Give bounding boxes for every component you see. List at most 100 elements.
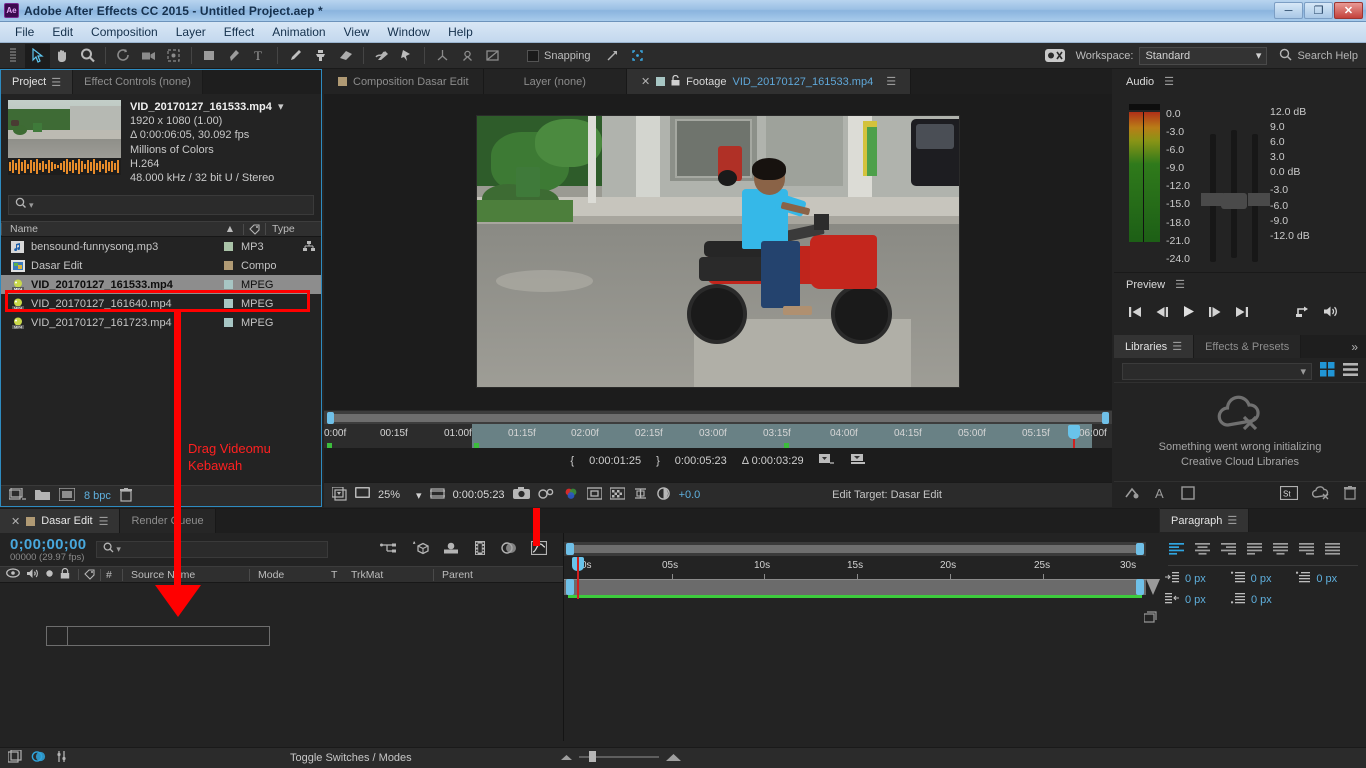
toggle-switches-modes-button[interactable]: Toggle Switches / Modes <box>290 752 412 764</box>
selection-tool-icon[interactable] <box>25 43 50 68</box>
composition-mini-flowchart-icon[interactable] <box>380 541 397 559</box>
resolution-icon[interactable] <box>429 487 445 503</box>
tab-composition[interactable]: Composition Dasar Edit <box>324 69 484 94</box>
label-swatch[interactable] <box>223 261 233 271</box>
panel-menu-icon[interactable]: ☰ <box>886 75 896 88</box>
work-area-start-handle[interactable] <box>566 579 574 595</box>
show-snapshot-icon[interactable] <box>537 487 555 503</box>
roto-brush-tool-icon[interactable] <box>369 44 394 68</box>
master-fader-knob[interactable] <box>1221 193 1247 209</box>
motion-blur-switch-icon[interactable] <box>31 750 46 766</box>
unified-camera-icon[interactable] <box>430 44 455 68</box>
video-visibility-icon[interactable] <box>6 568 20 581</box>
close-icon[interactable]: ✕ <box>641 75 650 88</box>
list-item[interactable]: Dasar Edit Compo <box>1 256 321 275</box>
column-header-trkmat[interactable]: TrkMat <box>351 569 433 581</box>
justify-all-button[interactable] <box>1322 539 1345 559</box>
menu-item-animation[interactable]: Animation <box>263 23 334 41</box>
clone-stamp-tool-icon[interactable] <box>308 44 333 68</box>
viewer-stage[interactable] <box>324 94 1112 409</box>
3d-view-icon[interactable] <box>633 487 648 503</box>
in-point-icon[interactable]: { <box>570 455 574 467</box>
cc-error-icon[interactable] <box>1311 485 1330 503</box>
transparency-grid-icon[interactable] <box>608 487 626 503</box>
comp-renderer-icon[interactable] <box>1143 611 1159 627</box>
pen-tool-icon[interactable] <box>222 44 247 68</box>
lock-icon[interactable] <box>60 567 70 582</box>
menu-item-layer[interactable]: Layer <box>167 23 215 41</box>
pan-behind-tool-icon[interactable] <box>161 44 186 68</box>
timeline-time-ruler[interactable]: 0s 05s 10s 15s 20s 25s 30s <box>564 557 1146 579</box>
space-before-field[interactable]: 0 px <box>1230 571 1297 587</box>
tab-layer[interactable]: Layer (none) <box>483 69 627 94</box>
menu-item-effect[interactable]: Effect <box>215 23 263 41</box>
interpret-footage-icon[interactable] <box>8 486 26 505</box>
layer-drop-swatch[interactable] <box>46 626 68 646</box>
last-frame-icon[interactable] <box>1235 306 1249 321</box>
rotation-tool-icon[interactable] <box>111 44 136 68</box>
label-swatch[interactable] <box>223 318 233 328</box>
shape-tool-icon[interactable] <box>197 44 222 68</box>
previous-frame-icon[interactable] <box>1155 306 1169 321</box>
close-icon[interactable]: ✕ <box>11 515 20 528</box>
justify-last-center-button[interactable] <box>1270 539 1293 559</box>
align-right-button[interactable] <box>1218 539 1241 559</box>
new-composition-icon[interactable] <box>58 487 76 504</box>
workspace-toggle-icon[interactable] <box>1043 44 1068 68</box>
audio-mute-icon[interactable] <box>26 568 39 582</box>
viewer-time-ruler[interactable]: 0:00f 00:15f 01:00f 01:15f 02:00f 02:15f… <box>324 424 1112 448</box>
hide-shy-layers-icon[interactable] <box>443 541 459 558</box>
sort-ascending-icon[interactable]: ▲ <box>217 223 243 235</box>
motion-blur-icon[interactable] <box>501 541 517 558</box>
work-area-menu-icon[interactable] <box>1146 579 1160 595</box>
delete-icon[interactable] <box>1344 485 1356 503</box>
list-item[interactable]: MP4 VID_20170127_161533.mp4 MPEG <box>1 275 321 295</box>
next-frame-icon[interactable] <box>1208 306 1222 321</box>
frame-blending-switch-icon[interactable] <box>7 749 22 766</box>
solo-icon[interactable] <box>45 569 54 581</box>
indent-right-field[interactable]: 0 px <box>1165 592 1231 608</box>
eraser-tool-icon[interactable] <box>333 44 358 68</box>
right-fader-knob[interactable] <box>1248 193 1270 206</box>
grid-view-icon[interactable] <box>1320 362 1335 380</box>
left-fader-knob[interactable] <box>1201 193 1223 206</box>
add-color-icon[interactable] <box>1181 485 1195 503</box>
label-swatch[interactable] <box>223 299 233 309</box>
play-icon[interactable] <box>1182 305 1195 321</box>
tab-effect-controls[interactable]: Effect Controls (none) <box>73 70 203 94</box>
take-snapshot-icon[interactable] <box>512 487 530 503</box>
camera-tool-icon[interactable] <box>136 44 161 68</box>
justify-last-right-button[interactable] <box>1296 539 1319 559</box>
column-header-index[interactable]: # <box>100 568 122 581</box>
space-after-field[interactable]: 0 px <box>1230 592 1297 608</box>
timeline-zoom-slider[interactable] <box>579 750 659 766</box>
tab-render-queue[interactable]: Render Queue <box>120 509 216 533</box>
column-header-name[interactable]: Name <box>1 223 217 236</box>
tab-footage[interactable]: ✕ Footage VID_20170127_161533.mp4 ☰ <box>626 69 912 94</box>
zoom-out-timeline-icon[interactable] <box>560 752 573 764</box>
column-header-source-name[interactable]: Source Name <box>122 568 249 581</box>
navigator-start-handle[interactable] <box>327 412 334 424</box>
align-center-button[interactable] <box>1192 539 1215 559</box>
timeline-navigator[interactable] <box>564 542 1146 556</box>
timeline-current-time[interactable]: 0;00;00;00 00000 (29.97 fps) <box>0 536 86 563</box>
column-header-type[interactable]: Type <box>265 223 321 236</box>
asset-dropdown-icon[interactable]: ▾ <box>275 101 284 113</box>
justify-last-left-button[interactable] <box>1244 539 1267 559</box>
always-preview-icon[interactable] <box>331 485 347 504</box>
current-time-indicator[interactable] <box>1068 425 1080 448</box>
timeline-work-area[interactable] <box>564 579 1146 595</box>
draft-3d-icon[interactable] <box>411 540 430 559</box>
region-of-interest-icon[interactable] <box>585 487 603 503</box>
out-point-icon[interactable]: } <box>656 455 660 467</box>
library-select[interactable]: ▾ <box>1122 362 1312 380</box>
frame-blending-icon[interactable] <box>473 541 487 558</box>
tab-project[interactable]: Project ☰ <box>1 70 74 94</box>
brush-tool-icon[interactable] <box>283 44 308 68</box>
panel-overflow-icon[interactable]: » <box>1351 335 1366 358</box>
column-header-mode[interactable]: Mode <box>249 568 325 581</box>
panel-menu-icon[interactable]: ☰ <box>1172 340 1182 353</box>
ripple-insert-edit-icon[interactable] <box>850 453 866 469</box>
orbit-camera-icon[interactable] <box>455 44 480 68</box>
mute-audio-icon[interactable] <box>1323 305 1338 321</box>
